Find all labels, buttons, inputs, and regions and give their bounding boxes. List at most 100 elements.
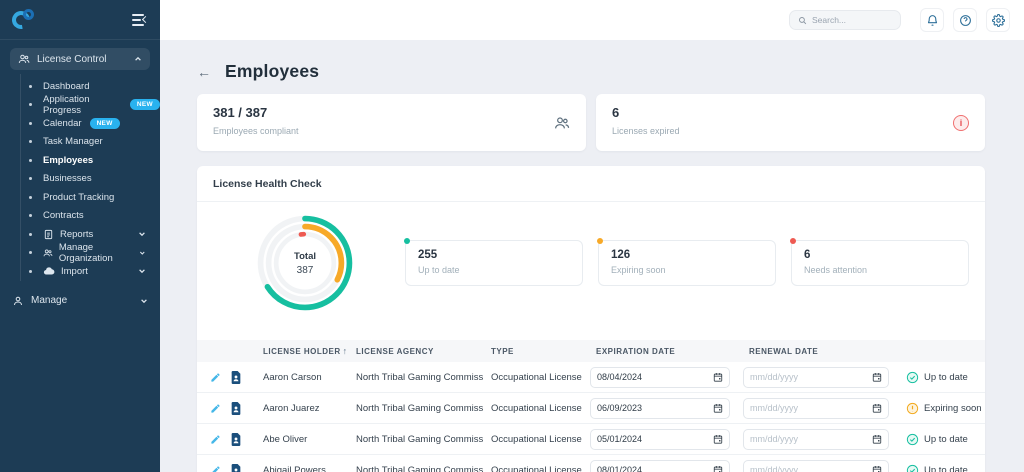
- calendar-icon[interactable]: [872, 434, 882, 444]
- back-button[interactable]: ←: [197, 65, 211, 79]
- search-icon: [799, 16, 807, 24]
- expiration-date-field[interactable]: [590, 428, 730, 450]
- expiration-date-field[interactable]: [590, 397, 730, 419]
- health-stat-label: Expiring soon: [611, 265, 666, 275]
- search-box[interactable]: [789, 10, 901, 30]
- renewal-date-field[interactable]: [743, 459, 889, 472]
- pencil-icon: [211, 372, 220, 382]
- sidebar-section[interactable]: Reports: [21, 225, 160, 244]
- sidebar-subnav: Dashboard Application Progress NEW Calen…: [20, 74, 160, 281]
- calendar-icon[interactable]: [713, 465, 723, 472]
- sidebar-section-label: Reports: [60, 228, 94, 240]
- topbar: [160, 0, 1024, 40]
- sidebar-collapse-icon[interactable]: [132, 13, 150, 27]
- column-header-type[interactable]: Type: [483, 347, 588, 356]
- license-document-button[interactable]: [230, 401, 242, 415]
- column-header-license-holder[interactable]: License Holder ↑: [255, 346, 348, 356]
- sidebar-group-manage[interactable]: Manage: [0, 291, 160, 311]
- new-badge: NEW: [129, 99, 160, 111]
- page-content: ← Employees 381 / 387 Employees complian…: [160, 40, 1024, 472]
- calendar-icon[interactable]: [872, 372, 882, 382]
- sidebar-item[interactable]: Calendar NEW: [21, 114, 160, 133]
- column-header-expiration-date[interactable]: Expiration Date: [588, 347, 741, 356]
- status-color-dot: [404, 238, 410, 244]
- health-stat-label: Needs attention: [804, 265, 868, 275]
- status-label: Up to date: [924, 371, 968, 383]
- sidebar-group-label: License Control: [37, 53, 107, 65]
- sidebar-item-label: Product Tracking: [43, 191, 115, 203]
- expiration-date-field[interactable]: [590, 366, 730, 388]
- report-icon: [44, 229, 53, 239]
- renewal-date-input[interactable]: [750, 372, 840, 382]
- donut-total-value: 387: [296, 264, 314, 276]
- edit-button[interactable]: [210, 403, 221, 414]
- sidebar-item[interactable]: Product Tracking: [21, 188, 160, 207]
- renewal-date-input[interactable]: [750, 465, 840, 472]
- calendar-icon[interactable]: [872, 403, 882, 413]
- pencil-icon: [211, 403, 220, 413]
- expiration-date-input[interactable]: [597, 434, 687, 444]
- health-stat-value: 126: [611, 249, 631, 261]
- license-file-icon: [231, 463, 241, 472]
- renewal-date-field[interactable]: [743, 366, 889, 388]
- sidebar-section-label: Manage Organization: [58, 241, 113, 264]
- expiration-date-input[interactable]: [597, 372, 687, 382]
- summary-label: Employees compliant: [213, 126, 299, 136]
- sidebar-section[interactable]: Import: [21, 262, 160, 281]
- license-agency-cell: North Tribal Gaming Commission: [356, 433, 483, 445]
- sort-ascending-icon: ↑: [342, 346, 348, 356]
- sidebar-item[interactable]: Dashboard: [21, 77, 160, 96]
- renewal-date-field[interactable]: [743, 397, 889, 419]
- license-document-button[interactable]: [230, 432, 242, 446]
- sidebar-item-label: Employees: [43, 154, 94, 166]
- chevron-down-icon: [139, 269, 145, 274]
- column-header-license-agency[interactable]: License Agency: [348, 347, 483, 356]
- calendar-icon[interactable]: [713, 403, 723, 413]
- column-header-renewal-date[interactable]: Renewal Date: [741, 347, 901, 356]
- page-title: Employees: [225, 61, 320, 81]
- check-circle-icon: [906, 371, 919, 383]
- renewal-date-input[interactable]: [750, 434, 840, 444]
- calendar-icon[interactable]: [713, 434, 723, 444]
- sidebar-item[interactable]: Businesses: [21, 170, 160, 189]
- sidebar-group-license-control[interactable]: License Control: [10, 48, 150, 70]
- sidebar-section-label: Import: [61, 265, 88, 277]
- expiration-date-field[interactable]: [590, 459, 730, 472]
- sidebar-item[interactable]: Task Manager: [21, 133, 160, 152]
- people-icon: [555, 116, 570, 128]
- bell-icon: [927, 14, 937, 26]
- table-header-row: License Holder ↑ License Agency Type Expi…: [197, 340, 985, 362]
- sidebar-section[interactable]: Manage Organization: [21, 241, 160, 264]
- settings-button[interactable]: [986, 8, 1010, 32]
- calendar-icon[interactable]: [872, 465, 882, 472]
- expiration-date-input[interactable]: [597, 465, 687, 472]
- check-circle-icon: [906, 433, 919, 445]
- sidebar-item[interactable]: Contracts: [21, 207, 160, 226]
- license-file-icon: [231, 432, 241, 446]
- license-document-button[interactable]: [230, 463, 242, 472]
- health-stat-card: 126 Expiring soon: [597, 238, 776, 286]
- help-button[interactable]: [953, 8, 977, 32]
- people-icon: [43, 249, 53, 257]
- license-holder-cell: Aaron Carson: [263, 371, 322, 383]
- edit-button[interactable]: [210, 372, 221, 383]
- expiration-date-input[interactable]: [597, 403, 687, 413]
- edit-button[interactable]: [210, 434, 221, 445]
- status-cell: Up to date: [901, 371, 985, 384]
- calendar-icon[interactable]: [713, 372, 723, 382]
- renewal-date-field[interactable]: [743, 428, 889, 450]
- notifications-button[interactable]: [920, 8, 944, 32]
- new-badge: NEW: [89, 117, 120, 129]
- license-health-card: License Health Check Total 387 255 Up to…: [197, 166, 985, 472]
- search-input[interactable]: [812, 15, 892, 25]
- sidebar-item[interactable]: Application Progress NEW: [21, 94, 160, 116]
- sidebar-item[interactable]: Employees: [21, 151, 160, 170]
- renewal-date-input[interactable]: [750, 403, 840, 413]
- edit-button[interactable]: [210, 465, 221, 472]
- status-color-dot: [790, 238, 796, 244]
- license-health-donut-chart: Total 387: [253, 211, 357, 315]
- summary-value: 381 / 387: [213, 105, 268, 120]
- sidebar-item-label: Businesses: [43, 173, 92, 185]
- license-document-button[interactable]: [230, 370, 242, 384]
- person-icon: [14, 296, 22, 305]
